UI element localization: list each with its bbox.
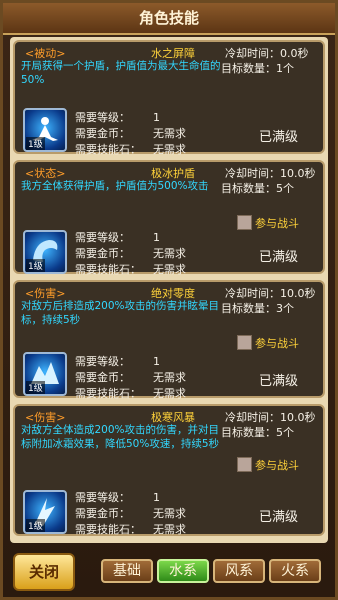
skill-cooldown: 冷却时间：10.0秒 xyxy=(225,167,316,180)
skill-card: <伤害> 极寒风暴 冷却时间：10.0秒 目标数量：5个 对敌方全体造成200%… xyxy=(13,404,325,536)
skill-requirements: 需要等级： 1 需要金币： 无需求 需要技能石： 无需求 xyxy=(75,355,186,400)
skill-description: 对敌方后排造成200%攻击的伤害并眩晕目标，持续5秒 xyxy=(21,300,220,326)
join-battle-label: 参与战斗 xyxy=(255,459,299,472)
tab-wind[interactable]: 风系 xyxy=(213,559,265,583)
panel-title: 角色技能 xyxy=(3,3,335,35)
skill-cooldown: 冷却时间：10.0秒 xyxy=(225,411,316,424)
skill-list[interactable]: <被动> 水之屏障 冷却时间：0.0秒 目标数量：1个 开局获得一个护盾，护盾值… xyxy=(10,37,328,543)
skill-requirements: 需要等级： 1 需要金币： 无需求 需要技能石： 无需求 xyxy=(75,491,186,536)
skill-level: 1级 xyxy=(26,137,45,150)
skill-targets: 目标数量：1个 xyxy=(221,62,294,75)
tab-fire[interactable]: 火系 xyxy=(269,559,321,583)
skill-level: 1级 xyxy=(26,381,45,394)
skill-level: 1级 xyxy=(26,519,45,532)
skill-level: 1级 xyxy=(26,259,45,272)
skill-status: 已满级 xyxy=(259,510,299,525)
tab-water[interactable]: 水系 xyxy=(157,559,209,583)
skill-requirements: 需要等级： 1 需要金币： 无需求 需要技能石： 无需求 xyxy=(75,111,186,156)
skill-targets: 目标数量：5个 xyxy=(221,182,294,195)
skill-requirements: 需要等级： 1 需要金币： 无需求 需要技能石： 无需求 xyxy=(75,231,186,276)
join-battle-toggle[interactable]: 参与战斗 xyxy=(237,334,323,350)
skill-description: 对敌方全体造成200%攻击的伤害，并对目标附加冰霜效果，降低50%攻速，持续5秒 xyxy=(21,424,220,450)
ice-storm-icon[interactable]: 1级 xyxy=(23,490,67,534)
skill-card: <状态> 极冰护盾 冷却时间：10.0秒 目标数量：5个 我方全体获得护盾，护盾… xyxy=(13,160,325,276)
skill-status: 已满级 xyxy=(259,130,299,145)
join-battle-label: 参与战斗 xyxy=(255,217,299,230)
skill-cooldown: 冷却时间：10.0秒 xyxy=(225,287,316,300)
footer-bar: 关闭 基础 水系 风系 火系 xyxy=(3,545,335,597)
skill-cooldown: 冷却时间：0.0秒 xyxy=(225,47,309,60)
skill-status: 已满级 xyxy=(259,374,299,389)
join-battle-checkbox[interactable] xyxy=(237,335,252,350)
meditation-icon[interactable]: 1级 xyxy=(23,108,67,152)
join-battle-toggle[interactable]: 参与战斗 xyxy=(237,456,323,472)
join-battle-checkbox[interactable] xyxy=(237,457,252,472)
join-battle-checkbox[interactable] xyxy=(237,215,252,230)
join-battle-label: 参与战斗 xyxy=(255,337,299,350)
skill-card: <伤害> 绝对零度 冷却时间：10.0秒 目标数量：3个 对敌方后排造成200%… xyxy=(13,280,325,400)
join-battle-toggle[interactable]: 参与战斗 xyxy=(237,214,323,230)
close-button[interactable]: 关闭 xyxy=(13,553,75,591)
skill-description: 开局获得一个护盾，护盾值为最大生命值的50% xyxy=(21,60,221,86)
skill-targets: 目标数量：3个 xyxy=(221,302,294,315)
tab-basic[interactable]: 基础 xyxy=(101,559,153,583)
ice-crystal-icon[interactable]: 1级 xyxy=(23,352,67,396)
skills-panel: 角色技能 <被动> 水之屏障 冷却时间：0.0秒 目标数量：1个 开局获得一个护… xyxy=(0,0,338,600)
skill-description: 我方全体获得护盾，护盾值为500%攻击 xyxy=(21,180,209,192)
ice-shield-icon[interactable]: 1级 xyxy=(23,230,67,274)
skill-targets: 目标数量：5个 xyxy=(221,426,294,439)
skill-card: <被动> 水之屏障 冷却时间：0.0秒 目标数量：1个 开局获得一个护盾，护盾值… xyxy=(13,40,325,156)
skill-status: 已满级 xyxy=(259,250,299,265)
